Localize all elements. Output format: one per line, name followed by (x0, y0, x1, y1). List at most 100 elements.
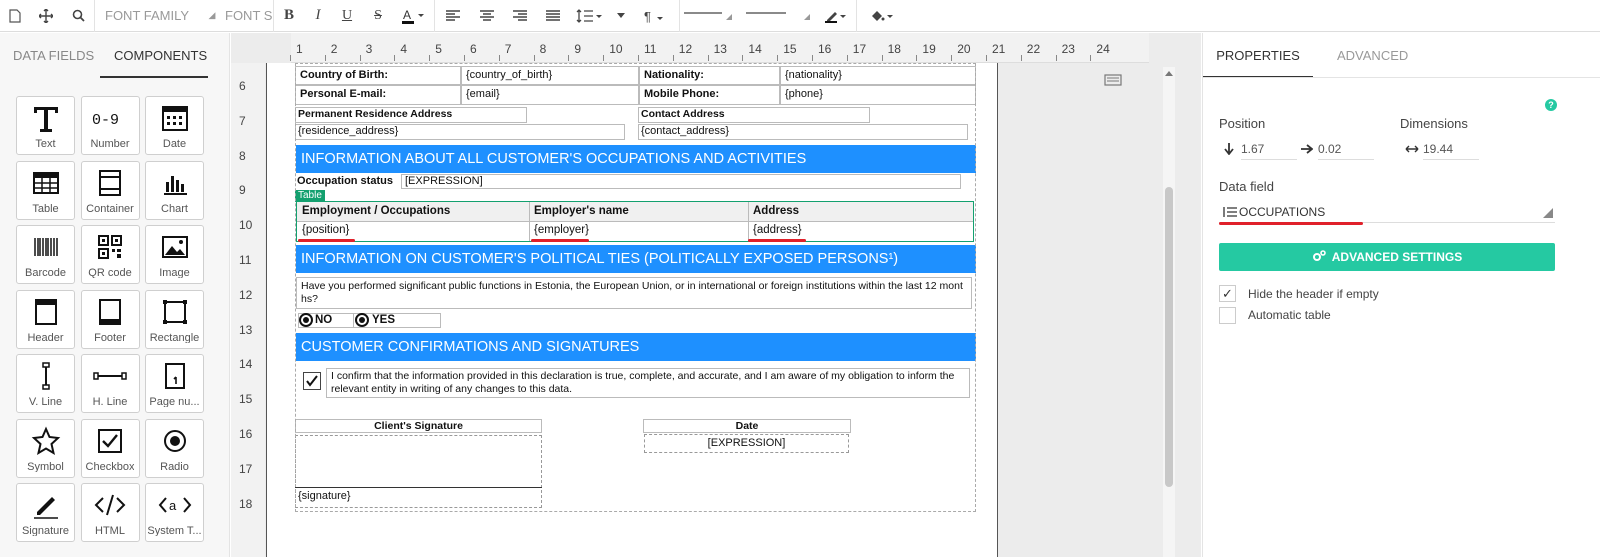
spacing-dropdown-icon[interactable] (609, 0, 633, 32)
component-v-line[interactable]: V. Line (16, 354, 75, 413)
component-number[interactable]: 0-9 Number (80, 96, 140, 155)
barcode-icon (31, 226, 61, 267)
position-left-input[interactable]: 0.02 (1318, 138, 1374, 160)
ruler-tick-label: 10 (239, 218, 253, 233)
component-footer[interactable]: Footer (80, 289, 140, 349)
component-rectangle[interactable]: Rectangle (145, 289, 204, 349)
component-label: Checkbox (85, 460, 135, 472)
component-header[interactable]: Header (16, 289, 75, 349)
svg-text:¶: ¶ (644, 9, 651, 23)
component-checkbox[interactable]: Checkbox (80, 418, 140, 478)
ruler-tick-label: 21 (992, 42, 1006, 56)
align-right-icon[interactable] (503, 0, 537, 32)
advanced-settings-button[interactable]: ADVANCED SETTINGS (1219, 243, 1555, 271)
font-family-select[interactable]: FONT FAMILY (95, 8, 207, 23)
ruler-tick (359, 55, 361, 61)
component-label: Container (86, 202, 134, 214)
component-label: Rectangle (149, 331, 200, 343)
ruler-tick-label: 17 (239, 461, 253, 476)
design-canvas[interactable]: 1 2 3 4 5 6 7 8 9 10 11 12 13 14 15 16 17 18 19 20 21 22 23 24 … (231, 33, 1201, 557)
component-label: QR code (88, 267, 132, 278)
component-text[interactable]: Text (16, 96, 75, 155)
paragraph-icon[interactable]: ¶ (633, 0, 679, 32)
scroll-up-icon[interactable] (1163, 69, 1175, 79)
font-family-dropdown-icon[interactable]: ◢ (207, 0, 217, 32)
symbol-icon (31, 420, 61, 461)
keyboard-icon[interactable] (1104, 73, 1122, 92)
component-label: Footer (94, 331, 126, 343)
toolbar: FONT FAMILY ◢ FONT SI B I U S A ¶ (0, 0, 1600, 32)
ruler-tick-label: 15 (239, 392, 253, 407)
align-center-icon[interactable] (471, 0, 503, 32)
search-icon[interactable] (62, 0, 94, 32)
component-symbol[interactable]: Symbol (16, 418, 75, 478)
fill-color-icon[interactable] (857, 0, 907, 32)
component-html[interactable]: HTML (80, 483, 140, 542)
line-spacing-icon[interactable] (569, 0, 609, 32)
ruler-tick-label: 11 (644, 42, 657, 56)
tab-components[interactable]: COMPONENTS (100, 33, 208, 78)
dropdown-icon[interactable] (1543, 208, 1553, 218)
data-field-select[interactable]: OCCUPATIONS (1219, 201, 1555, 223)
align-justify-icon[interactable] (537, 0, 569, 32)
border-width-select[interactable] (736, 0, 816, 32)
tab-properties[interactable]: PROPERTIES (1203, 33, 1313, 78)
component-chart[interactable]: Chart (145, 160, 204, 220)
advanced-settings-label: ADVANCED SETTINGS (1331, 250, 1463, 264)
strikethrough-icon[interactable]: S (362, 0, 394, 32)
content-frame (295, 63, 976, 512)
document-icon[interactable] (0, 0, 30, 32)
ruler-tick-label: 1 (296, 42, 303, 56)
ruler-tick-label: 2 (330, 42, 338, 56)
width-icon (1405, 145, 1419, 153)
component-label: Header (27, 331, 64, 343)
ruler-tick-label: 9 (574, 42, 582, 56)
text-icon (31, 97, 61, 138)
font-size-select[interactable]: FONT SI (217, 8, 273, 23)
help-icon[interactable]: ? (1545, 99, 1557, 111)
bold-icon[interactable]: B (274, 0, 304, 32)
ruler-tick-label: 18 (887, 42, 901, 56)
component-label: Table (32, 202, 59, 214)
vertical-scrollbar[interactable] (1163, 67, 1175, 557)
scroll-thumb[interactable] (1165, 187, 1173, 487)
number-icon: 0-9 (90, 97, 130, 138)
component-date[interactable]: Date (145, 96, 204, 155)
ruler-tick (777, 55, 779, 61)
report-page[interactable]: Country of Birth: {country_of_birth} Nat… (266, 63, 998, 557)
align-left-icon[interactable] (435, 0, 471, 32)
arrow-down-icon (1224, 143, 1234, 155)
italic-icon[interactable]: I (304, 0, 332, 32)
component-h-line[interactable]: H. Line (80, 354, 140, 413)
component-qr-code[interactable]: QR code (80, 225, 140, 284)
automatic-table-checkbox[interactable] (1219, 307, 1236, 324)
component-container[interactable]: Container (80, 160, 140, 220)
tab-data-fields[interactable]: DATA FIELDS (13, 33, 99, 78)
width-input[interactable]: 19.44 (1423, 138, 1479, 160)
hide-header-checkbox[interactable]: ✓ (1219, 285, 1236, 302)
footer-icon (95, 291, 125, 332)
ruler-tick-label: 16 (818, 42, 832, 56)
move-icon[interactable] (30, 0, 62, 32)
component-system-t[interactable]: a System T... (145, 483, 204, 542)
tab-advanced[interactable]: ADVANCED (1337, 33, 1408, 78)
ruler-tick (1020, 55, 1022, 61)
border-color-icon[interactable] (816, 0, 856, 32)
component-barcode[interactable]: Barcode (16, 225, 75, 284)
h-line-icon (93, 355, 127, 396)
radio-icon (160, 420, 190, 461)
underline-icon[interactable]: U (332, 0, 362, 32)
border-style-select[interactable] (680, 0, 736, 32)
svg-text:0-9: 0-9 (92, 112, 119, 129)
ruler-tick (986, 55, 987, 61)
ruler-tick-label: 10 (609, 42, 623, 56)
position-top-input[interactable]: 1.67 (1241, 138, 1297, 160)
chart-icon (160, 162, 190, 203)
component-radio[interactable]: Radio (145, 418, 204, 478)
component-page-nu[interactable]: Page nu... (145, 354, 204, 413)
component-label: H. Line (92, 396, 128, 407)
component-image[interactable]: Image (145, 225, 204, 284)
component-signature[interactable]: Signature (16, 483, 75, 542)
font-color-icon[interactable]: A (394, 0, 434, 32)
component-table[interactable]: Table (16, 160, 75, 220)
